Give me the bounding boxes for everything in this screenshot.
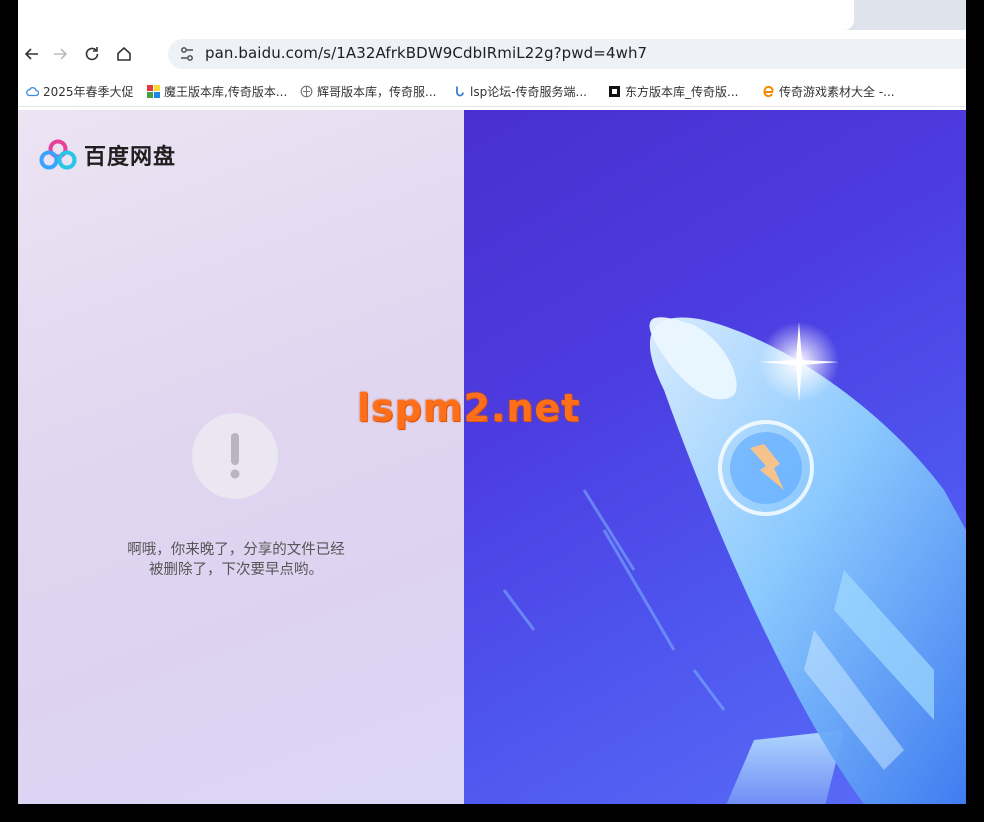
bookmark-item[interactable]: 辉哥版本库，传奇服... — [300, 82, 436, 100]
bookmark-item[interactable]: 2025年春季大促 — [26, 82, 134, 100]
rocket-image — [502, 317, 966, 804]
bookmark-label: 传奇游戏素材大全 -... — [779, 84, 895, 99]
back-button[interactable] — [18, 40, 46, 68]
bookmark-label: 魔王版本库,传奇版本... — [164, 84, 288, 99]
home-icon — [117, 47, 131, 61]
bookmark-label: 东方版本库_传奇版... — [625, 84, 739, 99]
bookmark-item[interactable]: 魔王版本库,传奇版本... — [147, 82, 287, 100]
reload-button[interactable] — [78, 40, 106, 68]
page-content: 百度网盘 啊哦，你来晚了，分享的文件已经 被删除了，下次要早点哟。 — [18, 110, 966, 804]
rocket-illustration — [464, 110, 966, 804]
left-panel: 百度网盘 啊哦，你来晚了，分享的文件已经 被删除了，下次要早点哟。 — [18, 110, 464, 804]
back-arrow-icon — [24, 48, 38, 60]
forward-arrow-icon — [54, 48, 68, 60]
reload-icon — [85, 47, 99, 61]
blue-swirl-icon — [456, 86, 464, 96]
browser-toolbar: pan.baidu.com/s/1A32AfrkBDW9CdbIRmiL22g?… — [18, 34, 966, 74]
bookmark-item[interactable]: lsp论坛-传奇服务端... — [453, 82, 587, 100]
address-bar[interactable]: pan.baidu.com/s/1A32AfrkBDW9CdbIRmiL22g?… — [168, 39, 966, 69]
bookmark-item[interactable]: 传奇游戏素材大全 -... — [762, 82, 895, 100]
bookmark-label: 2025年春季大促 — [43, 84, 134, 99]
bookmark-label: lsp论坛-传奇服务端... — [470, 84, 587, 99]
home-button[interactable] — [110, 40, 138, 68]
message-line: 啊哦，你来晚了，分享的文件已经 — [127, 542, 345, 558]
netdisk-logo-icon — [39, 139, 77, 170]
bookmarks-bar: 2025年春季大促 魔王版本库,传奇版本... 辉哥版本库，传奇服... lsp… — [18, 76, 966, 107]
baidu-netdisk-logo[interactable]: 百度网盘 — [38, 138, 176, 172]
black-square-icon — [609, 85, 620, 97]
brand-name: 百度网盘 — [84, 145, 177, 170]
forward-button[interactable] — [46, 40, 74, 68]
site-settings-icon[interactable] — [178, 45, 196, 63]
exclamation-icon — [230, 433, 240, 479]
tab-strip — [18, 0, 966, 30]
warning-badge — [192, 413, 278, 499]
colorful-squares-icon — [147, 84, 160, 98]
cloud-icon — [26, 86, 39, 96]
bookmark-label: 辉哥版本库，传奇服... — [317, 84, 437, 99]
url-text[interactable]: pan.baidu.com/s/1A32AfrkBDW9CdbIRmiL22g?… — [205, 44, 647, 62]
expired-share-message: 啊哦，你来晚了，分享的文件已经 被删除了，下次要早点哟。 — [98, 540, 374, 580]
message-line: 被删除了，下次要早点哟。 — [149, 562, 323, 578]
watermark-text: lspm2.net — [357, 386, 581, 430]
orange-e-icon — [763, 85, 774, 97]
globe-icon — [300, 85, 313, 97]
active-tab[interactable] — [18, 0, 854, 30]
bookmark-item[interactable]: 东方版本库_传奇版... — [608, 82, 738, 100]
